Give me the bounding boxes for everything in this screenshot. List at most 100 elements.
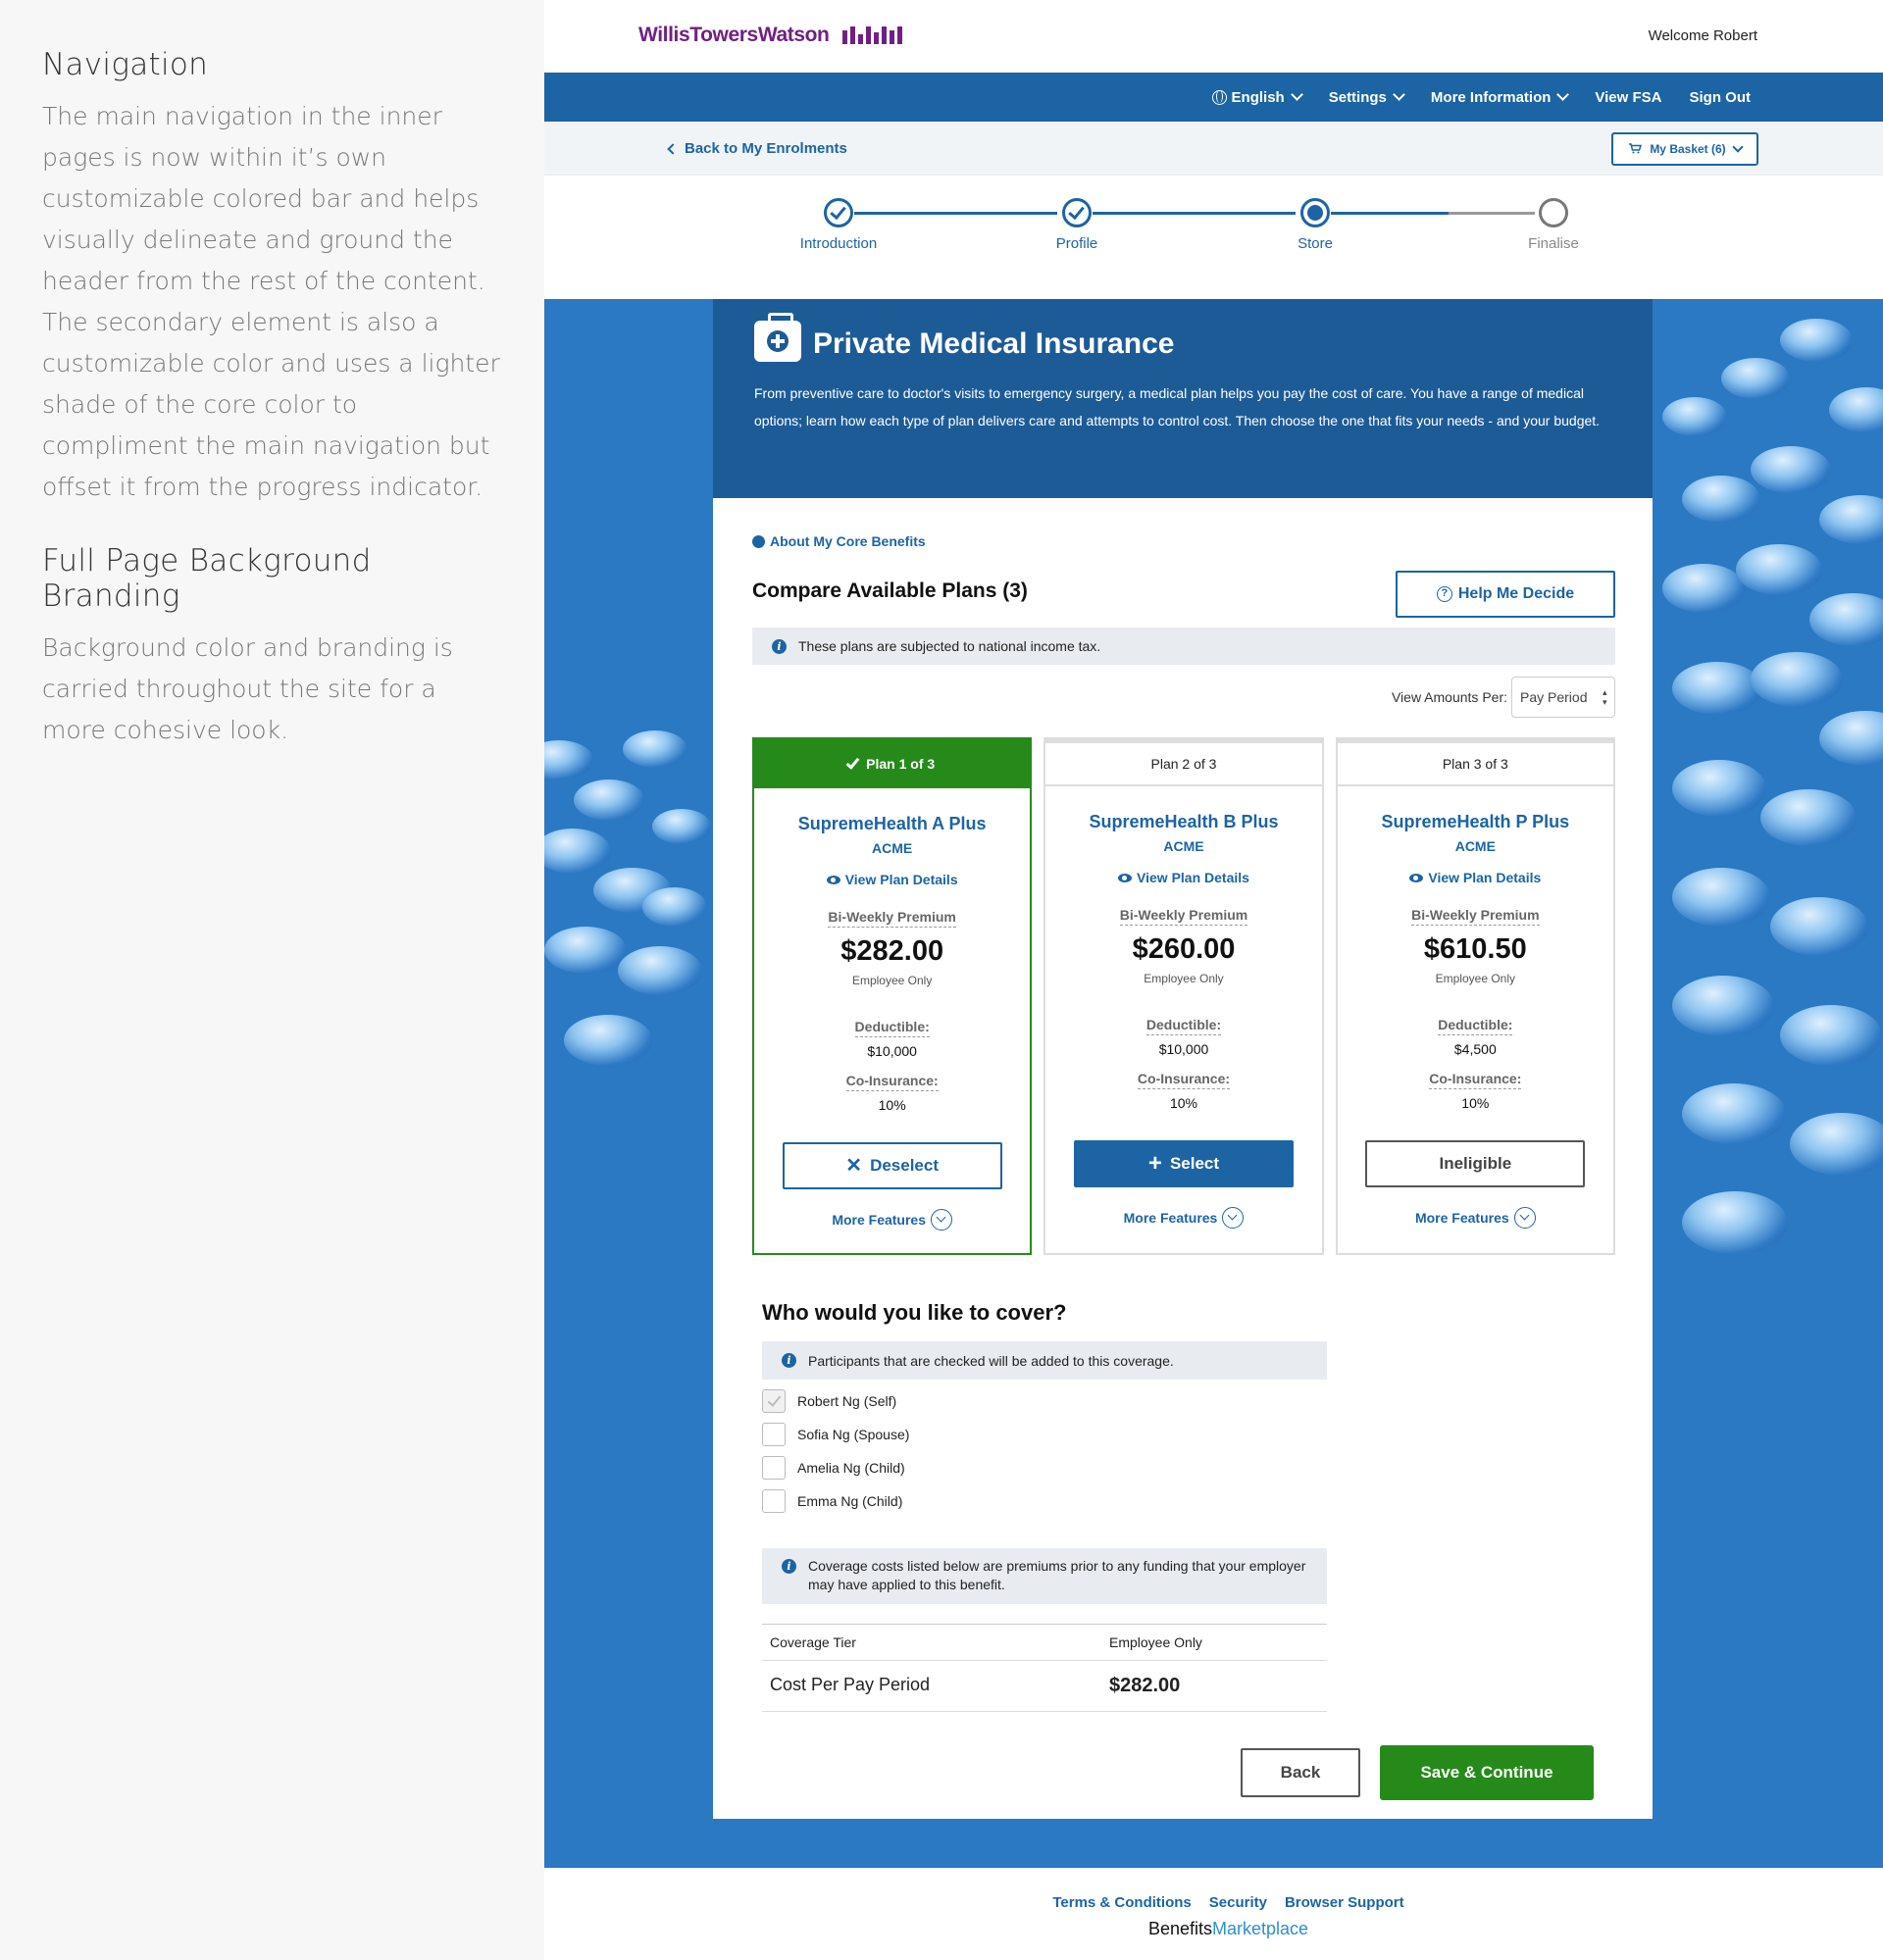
company-logo[interactable]: WillisTowersWatson	[638, 24, 903, 47]
participant-checkbox[interactable]	[762, 1388, 786, 1413]
cost-per-period-label: Cost Per Pay Period	[770, 1675, 931, 1694]
background-image	[1721, 358, 1790, 399]
step-introduction[interactable]: Introduction	[760, 198, 917, 252]
benefit-description: From preventive care to doctor's visits …	[754, 385, 1601, 428]
deductible-label[interactable]: Deductible:	[854, 1019, 930, 1037]
progress-indicator: Introduction Profile Store Finalise	[544, 176, 1883, 299]
coinsurance-label[interactable]: Co-Insurance:	[845, 1073, 939, 1091]
nav-view-fsa-label: View FSA	[1595, 88, 1662, 106]
view-amounts-select[interactable]: Pay Period	[1511, 677, 1615, 718]
plan-card-3: Plan 3 of 3 SupremeHealth P Plus ACME Vi…	[1335, 737, 1615, 1255]
more-features-link[interactable]: More Features	[1338, 1207, 1613, 1229]
footer-link-security[interactable]: Security	[1209, 1894, 1267, 1911]
plus-icon: +	[1147, 1150, 1162, 1177]
background-image	[544, 927, 627, 974]
nav-view-fsa[interactable]: View FSA	[1595, 89, 1661, 106]
back-to-enrolments-label: Back to My Enrolments	[685, 140, 847, 157]
chevron-down-circle-icon	[931, 1209, 953, 1231]
participant-checkbox[interactable]	[762, 1488, 786, 1513]
info-icon: i	[782, 1353, 796, 1368]
background-image	[1662, 564, 1745, 613]
view-amounts-row: View Amounts Per: Pay Period	[752, 677, 1615, 718]
participant-checkbox[interactable]	[762, 1455, 786, 1480]
view-plan-details-link[interactable]: View Plan Details	[1045, 870, 1321, 885]
compare-header: Compare Available Plans (3) ? Help Me De…	[752, 565, 1615, 618]
background-image	[623, 730, 687, 768]
deductible-label[interactable]: Deductible:	[1438, 1017, 1513, 1035]
back-button[interactable]: Back	[1241, 1748, 1360, 1797]
ineligible-button: Ineligible	[1365, 1140, 1586, 1187]
coinsurance-label[interactable]: Co-Insurance:	[1429, 1071, 1522, 1089]
save-continue-button[interactable]: Save & Continue	[1380, 1745, 1594, 1800]
globe-icon	[1211, 89, 1227, 105]
premium-amount: $282.00	[840, 935, 944, 967]
tax-info-text: These plans are subjected to national in…	[798, 638, 1101, 654]
nav-sign-out[interactable]: Sign Out	[1690, 89, 1752, 106]
step-profile[interactable]: Profile	[998, 198, 1155, 252]
coverage-tier-label: Coverage Tier	[770, 1634, 856, 1650]
step-label: Introduction	[799, 235, 878, 252]
deselect-button[interactable]: ✕ Deselect	[782, 1142, 1002, 1189]
about-core-benefits-link[interactable]: About My Core Benefits	[752, 533, 1615, 549]
plan-carrier: ACME	[1163, 838, 1204, 854]
select-button[interactable]: + Select	[1073, 1140, 1294, 1187]
deductible-value: $4,500	[1453, 1041, 1497, 1057]
more-features-link[interactable]: More Features	[1045, 1207, 1321, 1229]
coverage-tier-value: Employee Only	[1109, 1634, 1202, 1650]
info-icon: i	[772, 638, 787, 654]
step-label: Profile	[1055, 235, 1098, 252]
premium-label[interactable]: Bi-Weekly Premium	[1119, 907, 1248, 926]
benefit-title: Private Medical Insurance	[754, 313, 1611, 362]
table-row: Cost Per Pay Period $282.00	[762, 1661, 1327, 1712]
note-title-navigation: Navigation	[42, 47, 209, 82]
coinsurance-value: 10%	[878, 1097, 906, 1113]
nav-sign-out-label: Sign Out	[1689, 88, 1752, 106]
nav-more-information[interactable]: More Information	[1431, 88, 1570, 106]
background-image	[1736, 544, 1822, 595]
more-features-link[interactable]: More Features	[754, 1209, 1030, 1231]
branded-background: Private Medical Insurance From preventiv…	[544, 299, 1883, 1868]
coverage-level: Employee Only	[851, 974, 933, 987]
coverage-title: Who would you like to cover?	[762, 1300, 1067, 1325]
plan-cards: Plan 1 of 3 SupremeHealth A Plus ACME Vi…	[752, 737, 1615, 1255]
nav-settings[interactable]: Settings	[1329, 88, 1405, 106]
footer-brand-a: Benefits	[1147, 1919, 1212, 1938]
background-image	[1682, 1083, 1786, 1144]
background-image	[1751, 446, 1831, 493]
cost-table: Coverage Tier Employee Only Cost Per Pay…	[762, 1624, 1327, 1712]
background-image	[652, 809, 711, 844]
participant-checkbox[interactable]	[762, 1422, 786, 1446]
benefit-content: Private Medical Insurance From preventiv…	[713, 299, 1653, 1819]
info-icon: i	[782, 1559, 796, 1574]
check-icon	[1062, 198, 1092, 227]
footer-link-browser-support[interactable]: Browser Support	[1285, 1894, 1404, 1911]
back-to-enrolments-link[interactable]: Back to My Enrolments	[667, 140, 847, 157]
background-image	[1780, 1005, 1882, 1066]
deselect-label: Deselect	[870, 1156, 939, 1175]
footer-link-terms[interactable]: Terms & Conditions	[1052, 1894, 1191, 1911]
step-label: Finalise	[1528, 235, 1579, 252]
basket-button[interactable]: My Basket (6)	[1611, 132, 1758, 166]
more-features-label: More Features	[832, 1212, 927, 1228]
premium-label[interactable]: Bi-Weekly Premium	[1411, 907, 1540, 926]
form-actions: Back Save & Continue	[1241, 1745, 1594, 1800]
background-image	[574, 779, 644, 821]
background-image	[1829, 387, 1883, 432]
question-icon: ?	[1436, 586, 1452, 602]
coinsurance-label[interactable]: Co-Insurance:	[1137, 1071, 1231, 1089]
view-plan-details-link[interactable]: View Plan Details	[1338, 870, 1613, 885]
help-me-decide-button[interactable]: ? Help Me Decide	[1396, 571, 1615, 618]
background-image	[1790, 1113, 1883, 1176]
deductible-label[interactable]: Deductible:	[1145, 1017, 1222, 1035]
plan-panel: About My Core Benefits Compare Available…	[713, 498, 1653, 1819]
current-step-icon	[1300, 198, 1330, 227]
benefit-banner: Private Medical Insurance From preventiv…	[713, 299, 1653, 498]
participant-name: Emma Ng (Child)	[797, 1492, 903, 1509]
nav-language[interactable]: English	[1211, 88, 1303, 106]
premium-label[interactable]: Bi-Weekly Premium	[828, 909, 956, 928]
coverage-section: Who would you like to cover? i Participa…	[762, 1300, 1327, 1712]
participant-name: Sofia Ng (Spouse)	[797, 1426, 910, 1442]
step-store[interactable]: Store	[1237, 198, 1394, 252]
plan-header: Plan 3 of 3	[1337, 743, 1613, 786]
view-plan-details-link[interactable]: View Plan Details	[754, 872, 1030, 887]
